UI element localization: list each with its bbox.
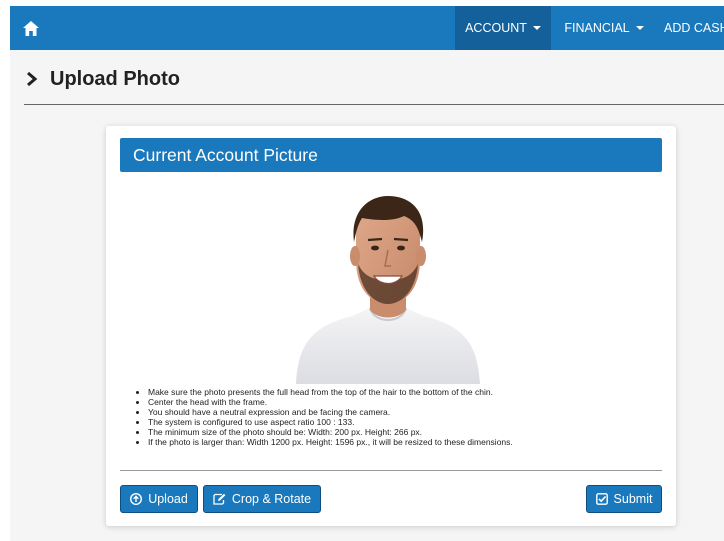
chevron-right-icon (27, 72, 38, 86)
nav-account-label: ACCOUNT (465, 21, 527, 35)
instruction-item: You should have a neutral expression and… (148, 407, 668, 417)
header-divider (24, 104, 724, 105)
instruction-item: The system is configured to use aspect r… (148, 417, 668, 427)
card-header: Current Account Picture (120, 138, 662, 172)
nav-financial-label: FINANCIAL (564, 21, 630, 35)
photo-card: Current Account Picture • Make sure the … (106, 126, 676, 526)
check-square-icon (595, 493, 608, 505)
top-navbar: ACCOUNT FINANCIAL ADD CASH (10, 6, 724, 50)
instruction-item: The minimum size of the photo should be:… (148, 427, 668, 437)
submit-button[interactable]: Submit (586, 485, 662, 513)
card-divider (120, 470, 662, 471)
crop-rotate-button[interactable]: Crop & Rotate (203, 485, 321, 513)
photo-instructions: Make sure the photo presents the full he… (134, 387, 668, 447)
home-button[interactable] (20, 17, 42, 39)
upload-icon (130, 493, 143, 505)
crop-rotate-label: Crop & Rotate (231, 492, 312, 506)
caret-down-icon (635, 26, 644, 30)
page: ACCOUNT FINANCIAL ADD CASH Upload Photo … (10, 6, 724, 541)
edit-icon (213, 493, 226, 505)
page-title: Upload Photo (50, 67, 180, 90)
instruction-item: Make sure the photo presents the full he… (148, 387, 668, 397)
card-title: Current Account Picture (133, 144, 318, 165)
upload-label: Upload (148, 492, 188, 506)
nav-add-cash[interactable]: ADD CASH (656, 6, 724, 50)
nav-account[interactable]: ACCOUNT (455, 6, 551, 50)
account-photo (296, 196, 480, 384)
page-header: Upload Photo (26, 64, 180, 94)
instruction-item: If the photo is larger than: Width 1200 … (148, 437, 668, 447)
nav-financial[interactable]: FINANCIAL (552, 6, 656, 50)
home-icon (23, 20, 39, 36)
caret-down-icon (532, 26, 541, 30)
submit-label: Submit (613, 492, 653, 506)
instruction-item: Center the head with the frame. (148, 397, 668, 407)
nav-add-cash-label: ADD CASH (664, 21, 724, 35)
upload-button[interactable]: Upload (120, 485, 198, 513)
